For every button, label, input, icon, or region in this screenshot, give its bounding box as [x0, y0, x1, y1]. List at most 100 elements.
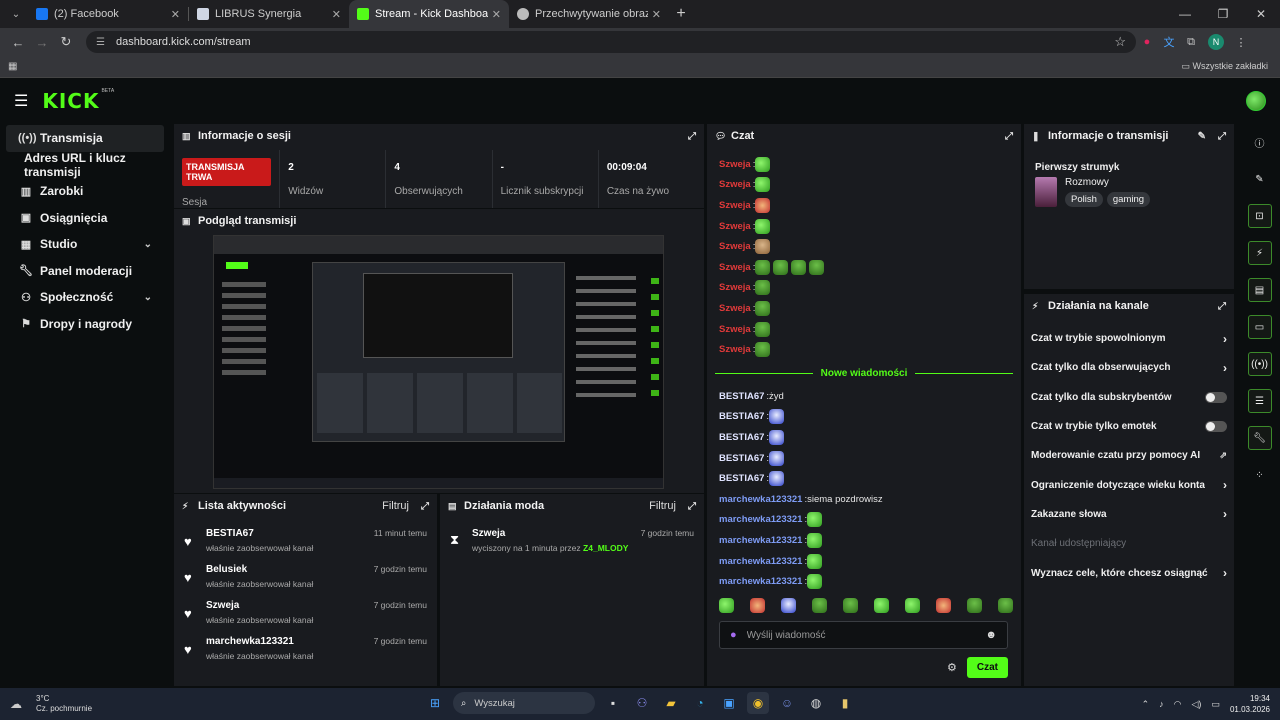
chat-send-button[interactable]: Czat	[966, 656, 1008, 678]
channel-action-account-age[interactable]: Ograniczenie dotyczące wieku konta ›	[1024, 470, 1234, 499]
tag-chip[interactable]: Polish	[1065, 192, 1103, 207]
sidebar-item-studio[interactable]: ▦ Studio ⌄	[6, 231, 164, 258]
taskbar-search[interactable]: ⌕ Wyszukaj	[453, 692, 595, 714]
gear-icon[interactable]: ⚙	[947, 661, 957, 674]
task-view-icon[interactable]: ▪	[602, 692, 624, 714]
close-icon[interactable]: ✕	[332, 8, 341, 21]
chat-message-input[interactable]	[746, 629, 986, 641]
profile-avatar[interactable]: N	[1208, 34, 1224, 50]
moderator-name[interactable]: Z4_MLODY	[583, 543, 628, 553]
expand-icon[interactable]: ⤢	[1218, 131, 1226, 142]
tab-search-icon[interactable]: ⌄	[4, 4, 28, 24]
chat-username[interactable]: BESTIA67	[719, 473, 764, 484]
chat-username[interactable]: Szweja	[719, 179, 751, 190]
kick-logo[interactable]: KICK	[42, 89, 99, 113]
expand-icon[interactable]: ⤢	[688, 131, 696, 142]
edge-icon[interactable]: ◔	[689, 692, 711, 714]
tray-chevron-icon[interactable]: ⌃	[1142, 699, 1150, 710]
tab-obs[interactable]: Przechwytywanie obrazu w OBS ✕	[509, 0, 669, 28]
emote-shortcut-icon[interactable]	[812, 598, 827, 613]
close-icon[interactable]: ✕	[652, 8, 661, 21]
expand-icon[interactable]: ⤢	[421, 501, 429, 512]
file-explorer-icon[interactable]: ▰	[660, 692, 682, 714]
sidebar-item-spolecznosc[interactable]: ⚇ Społeczność ⌄	[6, 284, 164, 311]
wifi-icon[interactable]: ◠	[1174, 699, 1182, 710]
subscribers-only-toggle[interactable]	[1205, 391, 1227, 403]
expand-icon[interactable]: ⤢	[1218, 301, 1226, 312]
hamburger-menu-icon[interactable]: ☰	[14, 91, 28, 111]
channel-action-followers-only[interactable]: Czat tylko dla obserwujących ›	[1024, 353, 1234, 382]
chat-username[interactable]: Szweja	[719, 200, 751, 211]
mod-target-user[interactable]: Szweja	[472, 528, 641, 539]
activity-user[interactable]: Belusiek	[206, 564, 374, 575]
browser-menu-icon[interactable]: ⋮	[1230, 36, 1252, 49]
emote-shortcut-icon[interactable]	[936, 598, 951, 613]
chat-username[interactable]: Szweja	[719, 303, 751, 314]
expand-icon[interactable]: ⤢	[1005, 131, 1013, 142]
windows-start-icon[interactable]: ⊞	[424, 692, 446, 714]
emote-only-toggle[interactable]	[1205, 421, 1227, 433]
add-widget-icon[interactable]: ⁘	[1248, 463, 1272, 487]
chat-username[interactable]: Szweja	[719, 262, 751, 273]
document-icon[interactable]: ▤	[1247, 278, 1272, 302]
apps-grid-icon[interactable]: ▦	[8, 61, 17, 72]
maximize-icon[interactable]: ❐	[1204, 7, 1242, 21]
sidebar-item-panel-moderacji[interactable]: 🔧︎ Panel moderacji	[6, 258, 164, 285]
app-icon[interactable]: ▮	[834, 692, 856, 714]
obs-icon[interactable]: ◍	[805, 692, 827, 714]
chat-username[interactable]: marchewka123321	[719, 535, 802, 546]
filter-button[interactable]: Filtruj	[649, 500, 676, 512]
emote-shortcut-icon[interactable]	[719, 598, 734, 613]
chat-username[interactable]: Szweja	[719, 324, 751, 335]
new-tab-icon[interactable]: +	[669, 5, 693, 23]
info-icon[interactable]: ⓘ	[1248, 130, 1272, 154]
filter-button[interactable]: Filtruj	[382, 500, 409, 512]
channel-action-ai-moderation[interactable]: Moderowanie czatu przy pomocy AI ⇗	[1024, 441, 1234, 470]
screenshot-icon[interactable]: ⊡	[1247, 204, 1272, 228]
discord-icon[interactable]: ☺	[776, 692, 798, 714]
close-window-icon[interactable]: ✕	[1242, 7, 1280, 21]
server-icon[interactable]: ☰	[1247, 389, 1272, 413]
bookmark-star-icon[interactable]: ☆	[1114, 34, 1126, 50]
emote-shortcut-icon[interactable]	[781, 598, 796, 613]
translate-extension-icon[interactable]: 文	[1158, 34, 1180, 50]
reload-icon[interactable]: ↻	[54, 34, 78, 50]
chat-bubble-icon[interactable]: ▭	[1247, 315, 1272, 339]
emoji-picker-icon[interactable]: ☻	[985, 629, 997, 641]
activity-user[interactable]: marchewka123321	[206, 636, 374, 647]
chat-username[interactable]: marchewka123321	[719, 576, 802, 587]
lightning-icon[interactable]: ⚡︎	[1247, 241, 1272, 265]
edit-pencil-icon[interactable]: ✎	[1248, 167, 1272, 191]
tag-chip[interactable]: gaming	[1106, 192, 1151, 207]
sidebar-item-transmisja[interactable]: ((•)) Transmisja	[6, 125, 164, 152]
emote-shortcut-icon[interactable]	[905, 598, 920, 613]
chevron-down-icon[interactable]: ⌄	[144, 292, 152, 303]
emote-shortcut-icon[interactable]	[843, 598, 858, 613]
kick-mic-icon[interactable]: ●	[730, 629, 737, 641]
chevron-down-icon[interactable]: ⌄	[144, 239, 152, 250]
stream-preview-video[interactable]	[213, 235, 664, 489]
minimize-icon[interactable]: —	[1166, 7, 1204, 21]
broadcast-icon[interactable]: ((•))	[1247, 352, 1272, 376]
weather-widget[interactable]: ☁ 3°C Cz. pochmurnie	[0, 694, 200, 714]
microphone-icon[interactable]: ♪	[1159, 699, 1164, 709]
close-icon[interactable]: ✕	[171, 8, 180, 21]
activity-user[interactable]: Szweja	[206, 600, 374, 611]
store-icon[interactable]: ▣	[718, 692, 740, 714]
tab-kick-dashboard[interactable]: Stream - Kick Dashboard ✕	[349, 0, 509, 28]
sidebar-item-dropy[interactable]: ⚑ Dropy i nagrody	[6, 311, 164, 338]
back-icon[interactable]: ←	[6, 35, 30, 50]
chat-username[interactable]: marchewka123321	[719, 556, 802, 567]
tab-librus[interactable]: LIBRUS Synergia ✕	[189, 0, 349, 28]
chat-username[interactable]: marchewka123321	[719, 494, 802, 505]
chat-username[interactable]: BESTIA67	[719, 411, 764, 422]
chrome-icon[interactable]: ◉	[747, 692, 769, 714]
channel-action-goals[interactable]: Wyznacz cele, które chcesz osiągnąć ›	[1024, 558, 1234, 587]
emote-shortcut-icon[interactable]	[967, 598, 982, 613]
chat-username[interactable]: Szweja	[719, 282, 751, 293]
extension-icon[interactable]: ●	[1136, 36, 1158, 48]
expand-icon[interactable]: ⤢	[688, 501, 696, 512]
sidebar-item-stream-url-key[interactable]: Adres URL i klucz transmisji	[6, 151, 164, 179]
site-info-icon[interactable]: ☰	[96, 37, 108, 48]
chat-username[interactable]: BESTIA67	[719, 391, 764, 402]
